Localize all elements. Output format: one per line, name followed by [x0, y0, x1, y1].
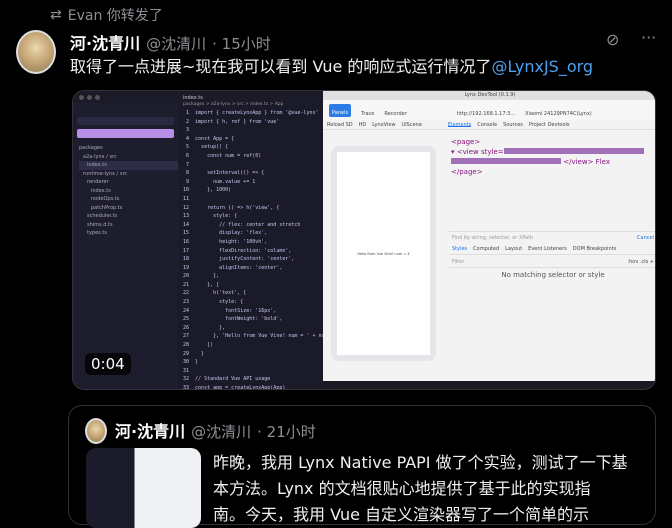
search-field[interactable] — [77, 117, 174, 125]
file-item[interactable]: types.ts — [79, 229, 178, 238]
phone-preview: Hello from Vue Vine! num = 4 — [331, 146, 436, 361]
file-item[interactable]: patchProp.ts — [79, 204, 178, 213]
code-line: 33 const app = createLynxApp(App) — [183, 385, 286, 390]
file-item[interactable]: packages — [79, 144, 178, 153]
code-editor: packages a2a-lynx / src index.ts runtime… — [73, 91, 349, 389]
panels-button[interactable]: Panels — [329, 104, 352, 117]
lynxview-toggle[interactable]: LynxView — [372, 122, 395, 128]
file-item[interactable]: scheduler.ts — [79, 212, 178, 221]
device-select[interactable]: Xiaomi 24129PN74C(Lynx) — [525, 111, 592, 117]
quoted-tweet[interactable]: 河·沈青川 @沈清川 · 21小时 昨晚，我用 Lynx Native PAPI… — [68, 405, 656, 528]
filter-input[interactable]: Filter — [452, 259, 464, 265]
dom-tree: <page> ▾ <view style= </view> Flex </pag… — [451, 137, 655, 177]
uiscene-toggle[interactable]: UIScene — [402, 122, 422, 128]
tab-styles[interactable]: Styles — [452, 246, 467, 252]
window-controls — [79, 95, 100, 100]
tab-console[interactable]: Console — [477, 122, 497, 128]
quote-time: · 21小时 — [257, 423, 316, 441]
retweet-indicator: ⇄ Evan 你转发了 — [50, 7, 163, 24]
tab-computed[interactable]: Computed — [473, 246, 499, 252]
avatar[interactable] — [16, 30, 56, 74]
file-item[interactable]: a2a-lynx / src — [79, 153, 178, 162]
file-item[interactable]: shims.d.ts — [79, 221, 178, 230]
file-item[interactable]: index.ts — [79, 187, 178, 196]
recorder-button[interactable]: Recorder — [384, 111, 406, 117]
tweet-text: 取得了一点进展~现在我可以看到 Vue 的响应式运行情况了@LynxJS_org — [70, 57, 594, 76]
no-match-text: No matching selector or style — [501, 271, 605, 279]
dom-node[interactable]: </view> Flex — [563, 158, 610, 166]
more-icon[interactable]: ··· — [641, 28, 656, 47]
devtool-title: Lynx DevTool (0.1.9) — [323, 91, 655, 100]
quote-line: 昨晚，我用 Lynx Native PAPI 做了个实验，测试了一下基 — [213, 453, 628, 472]
quote-author-handle: @沈清川 — [191, 423, 252, 441]
file-explorer: packages a2a-lynx / src index.ts runtime… — [73, 103, 178, 389]
url-select[interactable]: http://192.168.1.17:3... — [457, 111, 515, 117]
file-item[interactable]: runtime-lynx / src — [79, 170, 178, 179]
cancel-button[interactable]: Cancel — [637, 235, 654, 241]
breadcrumb: packages > a2a-lynx > src > index.ts > A… — [183, 102, 284, 107]
tab-sources[interactable]: Sources — [503, 122, 523, 128]
dom-node[interactable]: </page> — [451, 167, 655, 177]
reload-button[interactable]: Reload SD — [327, 122, 353, 128]
tab-dom-breakpoints[interactable]: DOM Breakpoints — [573, 246, 616, 252]
mention-link[interactable]: @LynxJS_org — [491, 57, 593, 76]
editor-tab[interactable]: index.ts — [183, 95, 203, 101]
dom-node[interactable]: ▾ <view style= — [451, 148, 504, 156]
find-input[interactable]: Find by string, selector, or XPath — [452, 235, 533, 241]
find-bar: Find by string, selector, or XPath Cance… — [449, 231, 655, 244]
quote-avatar — [85, 418, 107, 444]
tab-layout[interactable]: Layout — [505, 246, 522, 252]
devtool-window: Lynx DevTool (0.1.9) Panels Trace Record… — [323, 91, 655, 381]
quote-line: 南。今天，我用 Vue 自定义渲染器写了一个简单的示 — [213, 505, 590, 524]
hd-toggle[interactable]: HD — [359, 122, 367, 128]
author-handle[interactable]: @沈清川 — [146, 33, 206, 54]
tab-project-devtools[interactable]: Project Devtools — [529, 122, 570, 128]
filter-options[interactable]: :hov .cls + — [627, 259, 654, 265]
file-item[interactable]: renderer — [79, 178, 178, 187]
styles-tabs: Styles Computed Layout Event Listeners D… — [449, 244, 655, 255]
dom-node[interactable]: <page> — [451, 137, 655, 147]
retweet-icon: ⇄ — [50, 7, 62, 23]
author-name[interactable]: 河·沈青川 — [70, 30, 140, 54]
tweet-time[interactable]: · 15小时 — [212, 33, 271, 54]
quote-text: 昨晚，我用 Lynx Native PAPI 做了个实验，测试了一下基 本方法。… — [213, 450, 628, 528]
tweet-video[interactable]: packages a2a-lynx / src index.ts runtime… — [72, 90, 656, 390]
file-item[interactable]: index.ts — [79, 161, 178, 170]
video-timestamp: 0:04 — [85, 353, 131, 375]
quote-author-name: 河·沈青川 — [115, 422, 186, 441]
quote-line: 本方法。Lynx 的文档很贴心地提供了基于此的实现指 — [213, 479, 591, 498]
tab-event-listeners[interactable]: Event Listeners — [528, 246, 567, 252]
phone-text: Hello from Vue Vine! num = 4 — [337, 152, 430, 355]
tweet-header: 河·沈青川 @沈清川 · 15小时 — [70, 30, 271, 54]
commit-button[interactable] — [77, 129, 174, 138]
file-item[interactable]: nodeOps.ts — [79, 195, 178, 204]
trace-button[interactable]: Trace — [361, 111, 374, 117]
tab-elements[interactable]: Elements — [447, 122, 472, 128]
quote-thumbnail[interactable] — [86, 448, 201, 528]
grok-icon[interactable]: ⊘ — [606, 30, 619, 49]
